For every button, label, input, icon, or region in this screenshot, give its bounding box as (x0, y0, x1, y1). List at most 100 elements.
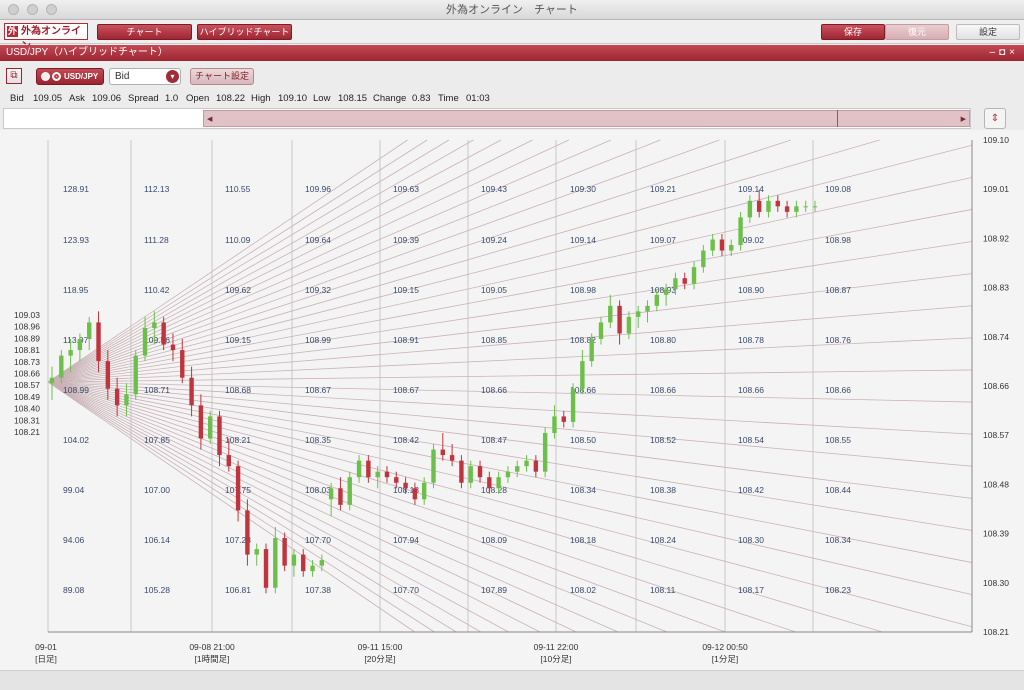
panel-window-controls[interactable]: –◘× (990, 45, 1019, 61)
level-label: 106.81 (225, 585, 251, 595)
chart-settings-button[interactable]: チャート設定 (190, 68, 254, 85)
window-controls[interactable] (8, 4, 57, 15)
level-label: 108.17 (738, 585, 764, 595)
level-label: 108.90 (738, 285, 764, 295)
layout-toggle-icon[interactable]: ⧉ (6, 68, 22, 84)
candle-body (180, 350, 185, 378)
candle-body (477, 466, 483, 478)
x-axis-date: 09-12 00:50 (702, 642, 748, 652)
app-logo: 外外為オンライン (4, 23, 88, 52)
bid-label: Bid (10, 93, 24, 104)
spread-value: 1.0 (165, 93, 179, 104)
quote-bar: Bid 109.05 Ask 109.06 Spread 1.0 Open 10… (0, 91, 1024, 107)
level-label: 108.24 (650, 535, 676, 545)
level-label: 109.43 (481, 184, 507, 194)
candle-body (570, 388, 576, 422)
candle-body (719, 239, 725, 251)
close-light[interactable] (8, 4, 19, 15)
level-label: 109.56 (144, 335, 170, 345)
candle-body (347, 477, 352, 505)
candle-body (589, 339, 594, 362)
chart-button[interactable]: チャート (97, 24, 192, 40)
candle-body (673, 278, 678, 290)
level-label: 109.32 (305, 285, 331, 295)
candle-body (226, 455, 231, 467)
candle-body (207, 416, 213, 439)
left-axis-tick: 108.66 (14, 369, 40, 379)
level-label: 89.08 (63, 585, 85, 595)
candle-body (301, 554, 306, 572)
currency-pair-label: USD/JPY (64, 72, 99, 81)
x-axis: 09-01 [日足] 09-08 21:00 [1時間足] 09-11 15:00 [20… (35, 642, 748, 664)
scroll-right-arrow-icon[interactable]: ▶ (961, 115, 966, 123)
candle-body (803, 206, 808, 208)
window-titlebar: 外為オンライン チャート (0, 0, 1024, 20)
level-label: 110.42 (144, 285, 170, 295)
hybrid-chart-button[interactable]: ハイブリッドチャート (197, 24, 292, 40)
candle-body (515, 466, 520, 472)
settings-button[interactable]: 設定 (956, 24, 1020, 40)
level-label: 109.63 (393, 184, 419, 194)
right-axis-tick: 108.39 (983, 529, 1009, 539)
candle-body (245, 510, 250, 555)
scroll-left-arrow-icon[interactable]: ◀ (207, 115, 212, 123)
candle-body (756, 200, 762, 212)
left-axis-tick: 108.57 (14, 380, 40, 390)
candle-body (626, 316, 632, 334)
panel-title: USD/JPY（ハイブリッドチャート） (6, 47, 168, 58)
candle-body (449, 455, 455, 461)
scrollbar-thumb[interactable]: ◀ ▶ (203, 110, 970, 127)
candle-body (747, 200, 753, 218)
x-axis-date: 09-11 15:00 (358, 642, 403, 652)
chart-scrollbar[interactable]: ◀ ▶ (3, 108, 971, 129)
left-axis-tick: 108.96 (14, 322, 40, 332)
level-label: 107.70 (393, 585, 419, 595)
level-label: 104.02 (63, 435, 89, 445)
zoom-toggle-icon[interactable]: ⇕ (984, 108, 1006, 129)
time-value: 01:03 (466, 93, 490, 104)
level-label: 108.66 (650, 385, 676, 395)
high-label: High (251, 93, 271, 104)
right-axis-tick: 108.92 (983, 233, 1009, 243)
change-value: 0.83 (412, 93, 431, 104)
level-label: 108.52 (650, 435, 676, 445)
hybrid-chart: 128.91 123.93 118.95 113.97 108.99 104.02 99.0… (14, 135, 1009, 664)
minimize-light[interactable] (27, 4, 38, 15)
candle-body (366, 460, 371, 478)
level-label: 108.09 (481, 535, 507, 545)
ask-value: 109.06 (92, 93, 122, 104)
level-label: 108.67 (305, 385, 331, 395)
candle-body (77, 339, 83, 351)
zoom-light[interactable] (46, 4, 57, 15)
level-label: 94.06 (63, 535, 85, 545)
level-label: 108.03 (305, 485, 331, 495)
level-label: 109.39 (393, 235, 419, 245)
x-axis-timeframe: [10分足] (540, 654, 571, 664)
x-axis-timeframe: [1分足] (712, 654, 738, 664)
candle-body (561, 416, 566, 422)
level-label: 108.54 (738, 435, 764, 445)
price-type-select[interactable]: Bid ▾ (109, 68, 181, 85)
candle-body (636, 311, 641, 317)
candle-body (812, 206, 818, 208)
restore-button[interactable]: 復元 (885, 24, 949, 40)
candle-body (496, 477, 501, 489)
level-label: 108.18 (570, 535, 596, 545)
time-label: Time (438, 93, 459, 104)
right-axis-tick: 109.10 (983, 135, 1009, 145)
candle-body (114, 388, 120, 406)
candle-body (96, 322, 101, 362)
save-button[interactable]: 保存 (821, 24, 885, 40)
level-label: 108.91 (393, 335, 419, 345)
level-label: 128.91 (63, 184, 89, 194)
candle-body (142, 327, 148, 356)
right-axis-tick: 108.66 (983, 381, 1009, 391)
level-label: 107.38 (305, 585, 331, 595)
level-label: 112.13 (144, 184, 170, 194)
level-label: 108.42 (738, 485, 764, 495)
chart-area[interactable]: 128.91 123.93 118.95 113.97 108.99 104.02 99.0… (0, 130, 1024, 670)
currency-pair-button[interactable]: USD/JPY (36, 68, 104, 85)
left-axis-tick: 108.40 (14, 404, 40, 414)
level-label: 109.64 (305, 235, 331, 245)
candle-body (124, 394, 129, 406)
